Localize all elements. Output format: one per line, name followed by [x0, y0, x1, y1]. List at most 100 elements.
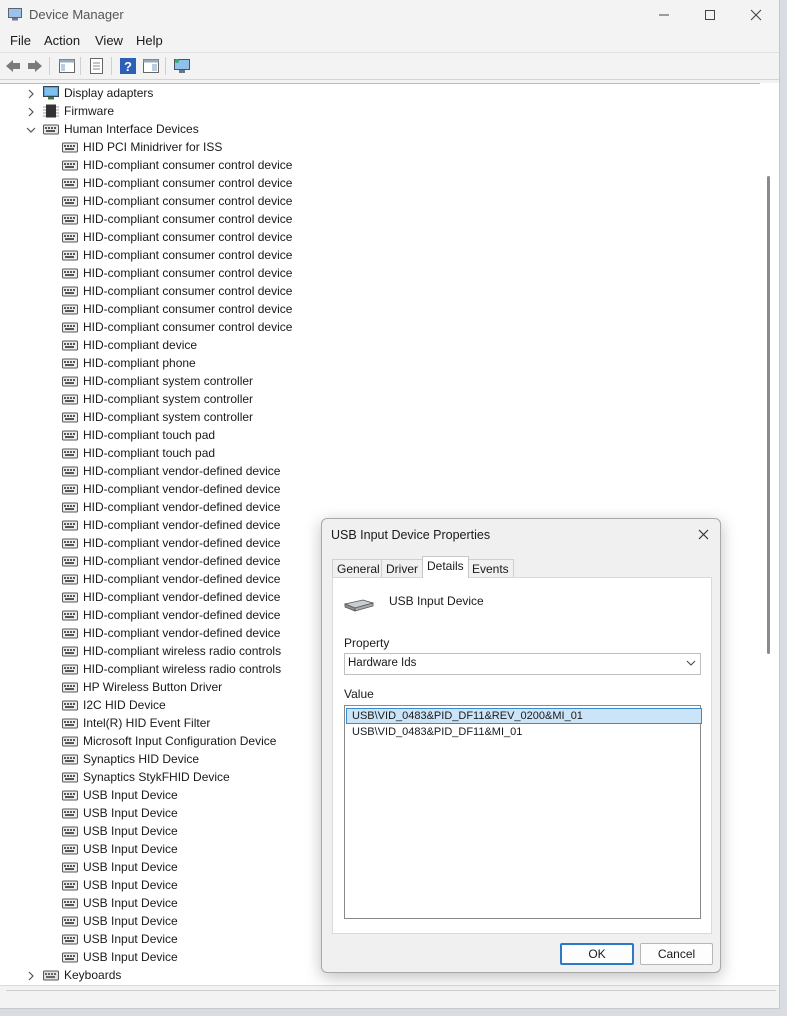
- hid-device-icon: [62, 196, 78, 207]
- value-label: Value: [344, 687, 374, 701]
- tree-device-label: USB Input Device: [83, 806, 178, 820]
- firmware-chip-icon: [43, 104, 59, 118]
- value-list-item[interactable]: USB\VID_0483&PID_DF11&REV_0200&MI_01: [346, 708, 702, 724]
- menu-bar: File Action View Help: [0, 30, 779, 52]
- hid-device-icon: [62, 610, 78, 621]
- menu-view[interactable]: View: [95, 33, 123, 48]
- hid-device-icon: [62, 178, 78, 189]
- tree-device-label: HID-compliant system controller: [83, 374, 254, 388]
- tree-device-label: Intel(R) HID Event Filter: [83, 716, 211, 730]
- forward-arrow-icon[interactable]: [26, 57, 44, 75]
- tree-device-label: USB Input Device: [83, 896, 178, 910]
- toolbar: ?: [0, 52, 779, 80]
- chevron-down-icon[interactable]: [26, 125, 36, 135]
- close-window-button[interactable]: [733, 0, 779, 30]
- scrollbar-thumb[interactable]: [767, 176, 770, 654]
- hid-device-icon: [62, 682, 78, 693]
- hid-device-icon: [62, 232, 78, 243]
- hid-device-icon: [62, 412, 78, 423]
- tree-device-label: Synaptics StykFHID Device: [83, 770, 230, 784]
- hid-device-icon: [62, 466, 78, 477]
- hid-device-icon: [62, 628, 78, 639]
- properties-icon[interactable]: [88, 57, 106, 75]
- tree-device-label: HID-compliant consumer control device: [83, 212, 293, 226]
- hid-device-icon: [62, 286, 78, 297]
- tab-general[interactable]: General: [332, 559, 385, 578]
- property-dropdown[interactable]: Hardware Ids: [344, 653, 701, 675]
- chevron-right-icon[interactable]: [26, 107, 36, 117]
- tree-device-label: HID-compliant touch pad: [83, 428, 216, 442]
- usb-device-icon: [343, 599, 375, 612]
- status-bar: [0, 985, 779, 1008]
- tab-driver[interactable]: Driver: [381, 559, 423, 578]
- keyboard-icon: [43, 970, 59, 981]
- hid-device-icon: [62, 718, 78, 729]
- tree-device-label: HID-compliant system controller: [83, 392, 254, 406]
- maximize-button[interactable]: [687, 0, 733, 30]
- tree-device-label: HID-compliant touch pad: [83, 446, 216, 460]
- hid-device-icon: [62, 358, 78, 369]
- tree-device-label: HID-compliant consumer control device: [83, 320, 293, 334]
- tree-device-label: USB Input Device: [83, 824, 178, 838]
- back-arrow-icon[interactable]: [4, 57, 22, 75]
- help-icon[interactable]: ?: [119, 57, 137, 75]
- tree-device-label: HID-compliant vendor-defined device: [83, 608, 281, 622]
- details-tab-panel: USB Input Device Property Hardware Ids V…: [332, 577, 712, 934]
- tree-device-label: USB Input Device: [83, 860, 178, 874]
- property-dropdown-value: Hardware Ids: [348, 657, 417, 669]
- tree-device-label: Microsoft Input Configuration Device: [83, 734, 277, 748]
- ok-button[interactable]: OK: [560, 943, 634, 965]
- show-hide-console-tree-icon[interactable]: [58, 57, 76, 75]
- hid-device-icon: [62, 376, 78, 387]
- minimize-button[interactable]: [641, 0, 687, 30]
- hid-device-icon: [62, 646, 78, 657]
- cancel-button[interactable]: Cancel: [640, 943, 713, 965]
- hid-device-icon: [62, 214, 78, 225]
- menu-file[interactable]: File: [10, 33, 31, 48]
- tree-device-label: HID-compliant consumer control device: [83, 230, 293, 244]
- window-title: Device Manager: [29, 7, 124, 22]
- tree-device-label: HID-compliant vendor-defined device: [83, 464, 281, 478]
- hid-device-icon: [62, 790, 78, 801]
- hid-icon: [43, 124, 59, 135]
- hid-device-icon: [62, 952, 78, 963]
- tree-device-label: USB Input Device: [83, 950, 178, 964]
- scan-hardware-monitor-icon[interactable]: [173, 57, 191, 75]
- hid-device-icon: [62, 502, 78, 513]
- tab-events[interactable]: Events: [467, 559, 514, 578]
- tree-device-label: HID-compliant vendor-defined device: [83, 626, 281, 640]
- menu-help[interactable]: Help: [136, 33, 163, 48]
- tree-device-label: HID PCI Minidriver for ISS: [83, 140, 223, 154]
- value-list-item[interactable]: USB\VID_0483&PID_DF11&MI_01: [347, 725, 701, 740]
- tree-device-label: USB Input Device: [83, 788, 178, 802]
- close-icon: [698, 529, 708, 539]
- value-listbox[interactable]: USB\VID_0483&PID_DF11&REV_0200&MI_01 USB…: [344, 705, 702, 919]
- hid-device-icon: [62, 268, 78, 279]
- tree-device-label: HID-compliant wireless radio controls: [83, 662, 282, 676]
- property-label: Property: [344, 636, 390, 650]
- tree-device-label: HID-compliant phone: [83, 356, 196, 370]
- maximize-icon: [705, 10, 715, 20]
- usb-input-device-properties-dialog: USB Input Device Properties General Driv…: [321, 518, 721, 973]
- device-manager-icon: [8, 8, 22, 21]
- tree-device-label: HID-compliant system controller: [83, 410, 254, 424]
- hid-device-icon: [62, 520, 78, 531]
- chevron-right-icon[interactable]: [26, 89, 36, 99]
- dialog-close-button[interactable]: [692, 523, 714, 545]
- chevron-right-icon[interactable]: [26, 971, 36, 981]
- tree-device-label: USB Input Device: [83, 842, 178, 856]
- tree-device-label: HID-compliant consumer control device: [83, 158, 293, 172]
- show-hide-action-pane-icon[interactable]: [142, 57, 160, 75]
- tree-device-label: Synaptics HID Device: [83, 752, 200, 766]
- hid-device-icon: [62, 250, 78, 261]
- tree-device-label: USB Input Device: [83, 914, 178, 928]
- hid-device-icon: [62, 700, 78, 711]
- hid-device-icon: [62, 574, 78, 585]
- hid-device-icon: [62, 664, 78, 675]
- tree-device-label: HID-compliant device: [83, 338, 198, 352]
- tab-details[interactable]: Details: [422, 556, 469, 578]
- title-bar: Device Manager: [0, 0, 779, 30]
- menu-action[interactable]: Action: [44, 33, 80, 48]
- tree-device-label: HID-compliant consumer control device: [83, 248, 293, 262]
- device-name: USB Input Device: [389, 594, 484, 608]
